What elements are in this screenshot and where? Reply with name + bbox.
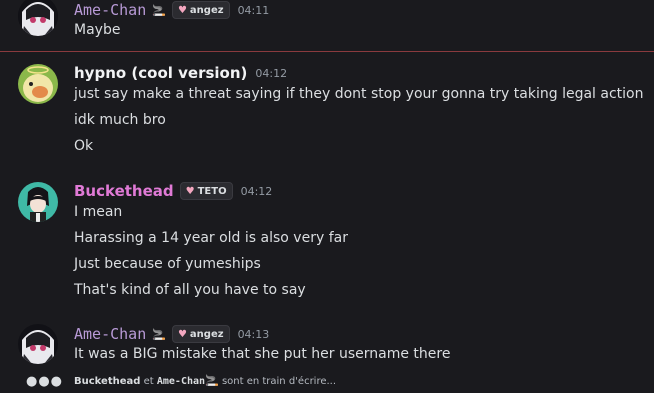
avatar[interactable]: [18, 324, 58, 364]
typing-conjunction: et: [143, 376, 154, 387]
role-tag-label: angez: [189, 4, 224, 16]
message-text: idk much bro: [74, 112, 166, 128]
role-tag-label: TETO: [197, 185, 227, 197]
new-messages-divider: [0, 51, 654, 52]
message-group: Buckethead ♥ TETO 04:12 I mean Harassing…: [0, 178, 654, 308]
heart-icon: ♥: [177, 328, 187, 340]
typing-status: sont en train d'écrire...: [221, 376, 337, 387]
username[interactable]: Ame-Chan: [74, 325, 146, 343]
role-tag-label: angez: [189, 328, 224, 340]
username[interactable]: Buckethead: [74, 182, 174, 200]
message-header: Buckethead ♥ TETO 04:12: [74, 181, 272, 201]
timestamp[interactable]: 04:12: [255, 67, 287, 80]
username-emoji: 🚬: [152, 3, 166, 17]
message-group: Ame-Chan 🚬 ♥ angez 04:11 Maybe: [0, 0, 654, 50]
timestamp[interactable]: 04:13: [238, 328, 270, 341]
timestamp[interactable]: 04:11: [238, 4, 270, 17]
message-header: Ame-Chan 🚬 ♥ angez 04:11: [74, 0, 269, 20]
heart-icon: ♥: [177, 4, 187, 16]
typing-text: Buckethead et Ame-Chan🚬 sont en train d'…: [74, 374, 336, 387]
message-text: Maybe: [74, 22, 121, 38]
role-tag[interactable]: ♥ angez: [171, 325, 230, 343]
timestamp[interactable]: 04:12: [241, 185, 273, 198]
message-text: just say make a threat saying if they do…: [74, 86, 644, 102]
message-text: That's kind of all you have to say: [74, 282, 306, 298]
message-header: Ame-Chan 🚬 ♥ angez 04:13: [74, 324, 269, 344]
message-header: hypno (cool version) 04:12: [74, 63, 287, 83]
message-text: I mean: [74, 204, 123, 220]
role-tag[interactable]: ♥ TETO: [179, 182, 233, 200]
typing-user: Buckethead: [74, 376, 141, 387]
message-group: hypno (cool version) 04:12 just say make…: [0, 60, 654, 165]
message-text: Ok: [74, 138, 94, 154]
role-tag[interactable]: ♥ angez: [171, 1, 230, 19]
typing-user: Ame-Chan: [156, 376, 206, 387]
username[interactable]: hypno (cool version): [74, 64, 247, 82]
message-text: It was a BIG mistake that she put her us…: [74, 346, 451, 362]
message-text: Harassing a 14 year old is also very far: [74, 230, 348, 246]
heart-icon: ♥: [185, 185, 195, 197]
typing-indicator: ●●● Buckethead et Ame-Chan🚬 sont en trai…: [0, 370, 654, 393]
message-text: Just because of yumeships: [74, 256, 261, 272]
avatar[interactable]: [18, 64, 58, 104]
username-emoji: 🚬: [152, 327, 166, 341]
username[interactable]: Ame-Chan: [74, 1, 146, 19]
avatar[interactable]: [18, 182, 58, 222]
typing-user-emoji: 🚬: [205, 374, 219, 387]
avatar[interactable]: [18, 0, 58, 36]
message-group: Ame-Chan 🚬 ♥ angez 04:13 It was a BIG mi…: [0, 322, 654, 368]
typing-dots-icon: ●●●: [26, 374, 64, 389]
